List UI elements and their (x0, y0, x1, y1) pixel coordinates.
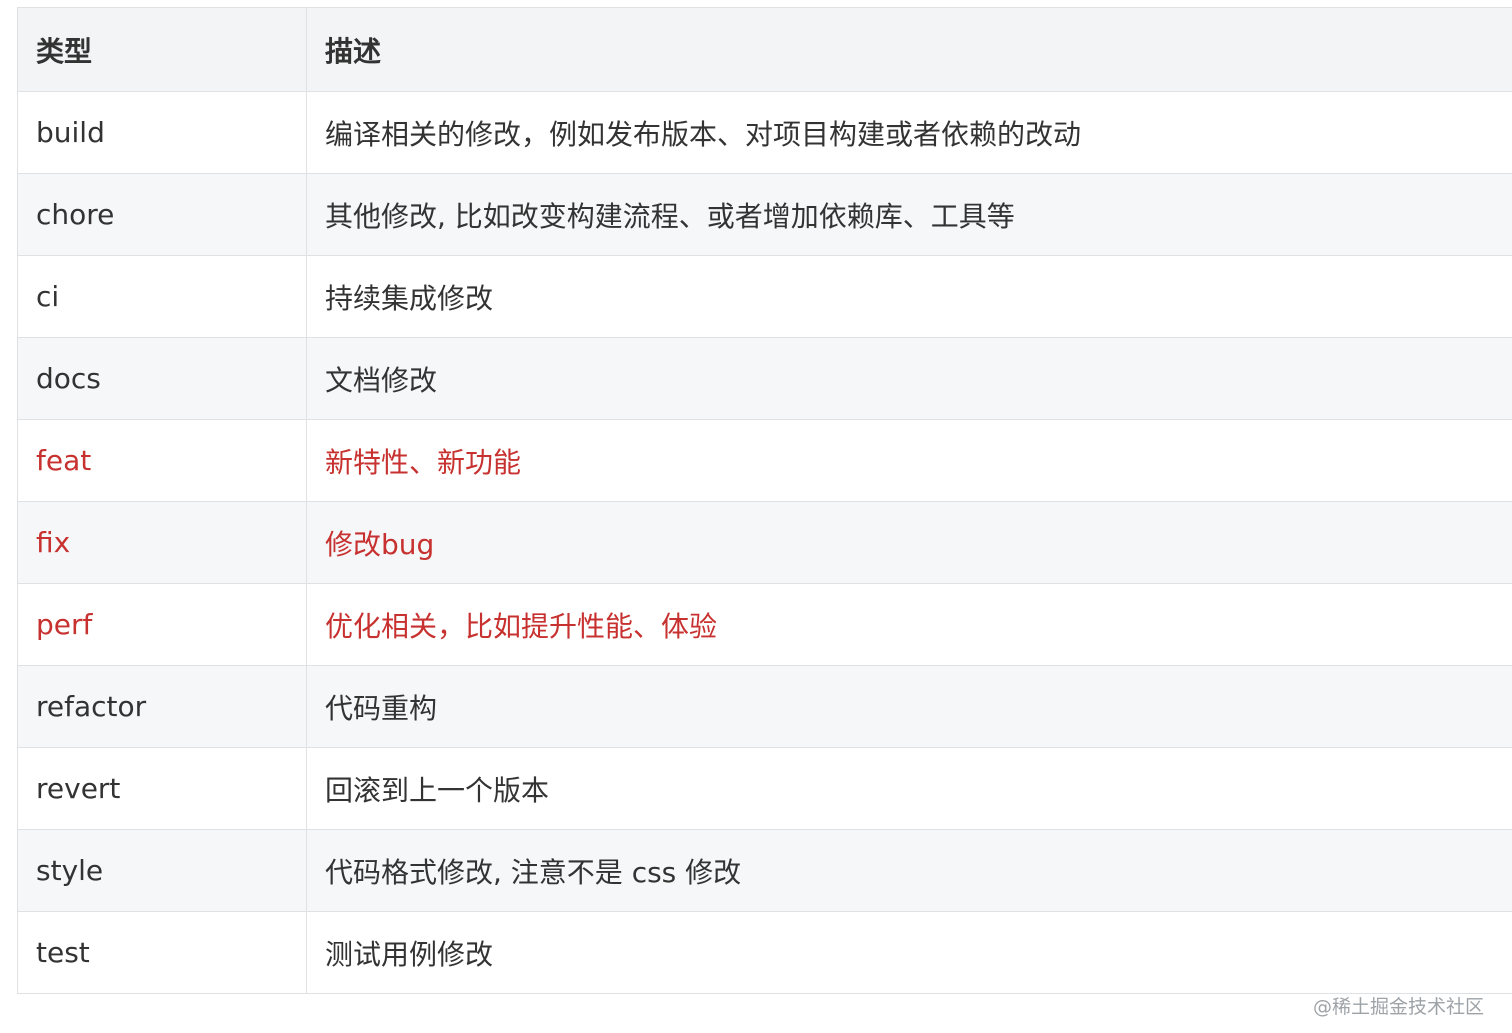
description-cell: 文档修改 (306, 337, 1512, 420)
type-cell: revert (17, 747, 307, 830)
table-row: feat 新特性、新功能 (17, 419, 1512, 502)
type-cell: docs (17, 337, 307, 420)
type-cell: style (17, 829, 307, 912)
description-cell: 新特性、新功能 (306, 419, 1512, 502)
table-row: docs 文档修改 (17, 337, 1512, 420)
table-row: test 测试用例修改 (17, 911, 1512, 994)
description-cell: 修改bug (306, 501, 1512, 584)
description-cell: 回滚到上一个版本 (306, 747, 1512, 830)
table-row: build 编译相关的修改，例如发布版本、对项目构建或者依赖的改动 (17, 91, 1512, 174)
description-cell: 编译相关的修改，例如发布版本、对项目构建或者依赖的改动 (306, 91, 1512, 174)
type-cell: fix (17, 501, 307, 584)
description-cell: 持续集成修改 (306, 255, 1512, 338)
watermark: @稀土掘金技术社区 (1312, 996, 1484, 1018)
description-cell: 代码格式修改, 注意不是 css 修改 (306, 829, 1512, 912)
table-row: fix 修改bug (17, 501, 1512, 584)
description-cell: 代码重构 (306, 665, 1512, 748)
type-cell: test (17, 911, 307, 994)
type-cell: chore (17, 173, 307, 256)
type-cell: ci (17, 255, 307, 338)
table-row: style 代码格式修改, 注意不是 css 修改 (17, 829, 1512, 912)
type-cell: perf (17, 583, 307, 666)
table-row: revert 回滚到上一个版本 (17, 747, 1512, 830)
table-row: chore 其他修改, 比如改变构建流程、或者增加依赖库、工具等 (17, 173, 1512, 256)
description-cell: 优化相关，比如提升性能、体验 (306, 583, 1512, 666)
table-header-row: 类型 描述 (17, 7, 1512, 92)
type-cell: build (17, 91, 307, 174)
table-row: perf 优化相关，比如提升性能、体验 (17, 583, 1512, 666)
type-cell: feat (17, 419, 307, 502)
description-cell: 其他修改, 比如改变构建流程、或者增加依赖库、工具等 (306, 173, 1512, 256)
header-description: 描述 (306, 7, 1512, 92)
table-row: refactor 代码重构 (17, 665, 1512, 748)
description-cell: 测试用例修改 (306, 911, 1512, 994)
type-cell: refactor (17, 665, 307, 748)
table-row: ci 持续集成修改 (17, 255, 1512, 338)
header-type: 类型 (17, 7, 307, 92)
commit-type-table: 类型 描述 build 编译相关的修改，例如发布版本、对项目构建或者依赖的改动 … (17, 7, 1512, 994)
